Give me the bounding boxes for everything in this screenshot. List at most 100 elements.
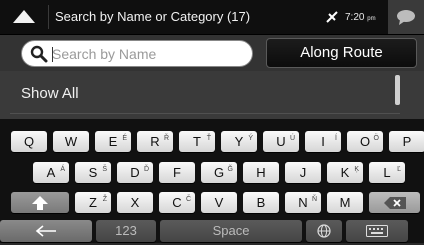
up-arrow-icon — [13, 10, 35, 23]
key-label: Y — [234, 134, 244, 149]
key-label: K — [340, 165, 350, 180]
satellite-icon — [326, 11, 338, 23]
key-y[interactable]: YÝ — [221, 131, 257, 152]
key-label: O — [359, 134, 371, 149]
search-field[interactable] — [21, 40, 253, 67]
key-r[interactable]: RŘ — [137, 131, 173, 152]
key-label: H — [256, 165, 266, 180]
key-x[interactable]: X — [117, 192, 153, 213]
key-h[interactable]: H — [243, 162, 279, 183]
key-accent-label: Č — [185, 196, 191, 203]
text-cursor — [52, 47, 53, 62]
top-bar: Search by Name or Category (17) 7:20 pm — [0, 0, 424, 35]
key-a[interactable]: AÁ — [33, 162, 69, 183]
list-item[interactable]: Show All — [21, 85, 79, 102]
key-label: A — [46, 165, 56, 180]
key-accent-label: Í — [335, 135, 337, 142]
key-z[interactable]: ZŽ — [75, 192, 111, 213]
message-button[interactable] — [388, 0, 424, 34]
on-screen-keyboard: QWEÉRŘTŤYÝUÚIÍOÖP AÁSŠDĎFGĞHJKĶLĽ ZŽXCČV… — [0, 119, 424, 243]
search-input[interactable] — [52, 44, 242, 64]
key-label: M — [339, 195, 351, 210]
along-route-button[interactable]: Along Route — [266, 38, 417, 68]
results-list: Show All — [0, 71, 424, 119]
clock: 7:20 pm — [345, 11, 376, 23]
key-accent-label: É — [122, 135, 127, 142]
key-accent-label: Ö — [373, 135, 379, 142]
key-v[interactable]: V — [201, 192, 237, 213]
space-key[interactable]: Space — [160, 220, 302, 242]
key-label: V — [214, 195, 224, 210]
key-label: C — [172, 195, 182, 210]
key-f[interactable]: F — [159, 162, 195, 183]
key-e[interactable]: EÉ — [95, 131, 131, 152]
shift-arrow-icon — [32, 196, 48, 210]
left-arrow-icon — [35, 225, 56, 237]
key-g[interactable]: GĞ — [201, 162, 237, 183]
status-area: 7:20 pm — [325, 0, 376, 34]
key-label: J — [299, 165, 307, 180]
key-n[interactable]: NŇ — [285, 192, 321, 213]
key-label: I — [321, 134, 325, 149]
key-s[interactable]: SŠ — [75, 162, 111, 183]
shift-key[interactable] — [11, 192, 69, 213]
search-row: Along Route — [0, 35, 424, 71]
key-b[interactable]: B — [243, 192, 279, 213]
key-o[interactable]: OÖ — [347, 131, 383, 152]
backspace-icon — [383, 197, 406, 209]
divider — [10, 113, 400, 114]
speech-bubble-icon — [397, 10, 415, 25]
key-accent-label: Ď — [143, 166, 149, 173]
key-q[interactable]: Q — [11, 131, 47, 152]
page-title: Search by Name or Category (17) — [55, 9, 251, 24]
key-label: L — [383, 165, 391, 180]
backspace-key[interactable] — [369, 192, 420, 213]
key-accent-label: Ž — [102, 196, 107, 203]
key-accent-label: Á — [60, 166, 65, 173]
key-u[interactable]: UÚ — [263, 131, 299, 152]
key-accent-label: Ť — [206, 135, 211, 142]
key-j[interactable]: J — [285, 162, 321, 183]
scrollbar[interactable] — [395, 75, 400, 105]
back-button[interactable] — [0, 0, 48, 34]
left-arrow-key[interactable] — [0, 220, 92, 242]
key-label: F — [173, 165, 181, 180]
key-m[interactable]: M — [327, 192, 363, 213]
key-label: U — [276, 134, 286, 149]
key-label: X — [130, 195, 140, 210]
language-key[interactable] — [306, 220, 342, 242]
key-accent-label: Ľ — [397, 166, 401, 173]
keyboard-layout-key[interactable] — [346, 220, 408, 242]
key-label: S — [88, 165, 98, 180]
key-t[interactable]: TŤ — [179, 131, 215, 152]
key-label: N — [298, 195, 308, 210]
keyboard-icon — [366, 225, 388, 237]
key-label: Z — [89, 195, 97, 210]
key-label: R — [150, 134, 160, 149]
key-label: G — [213, 165, 225, 180]
key-k[interactable]: KĶ — [327, 162, 363, 183]
key-i[interactable]: IÍ — [305, 131, 341, 152]
key-l[interactable]: LĽ — [369, 162, 405, 183]
key-w[interactable]: W — [53, 131, 89, 152]
key-label: Q — [23, 134, 35, 149]
key-label: B — [256, 195, 266, 210]
key-accent-label: Š — [102, 166, 107, 173]
globe-icon — [317, 224, 331, 238]
key-label: P — [402, 134, 412, 149]
key-p[interactable]: P — [389, 131, 424, 152]
key-accent-label: Ú — [289, 135, 295, 142]
key-accent-label: Ķ — [354, 166, 359, 173]
magnifier-icon — [30, 45, 48, 63]
key-label: T — [193, 134, 201, 149]
divider — [48, 5, 49, 29]
key-accent-label: Ř — [163, 135, 169, 142]
key-label: W — [64, 134, 78, 149]
key-d[interactable]: DĎ — [117, 162, 153, 183]
key-label: D — [130, 165, 140, 180]
key-accent-label: Ý — [248, 135, 253, 142]
key-accent-label: Ň — [311, 196, 317, 203]
key-label: E — [108, 134, 118, 149]
key-c[interactable]: CČ — [159, 192, 195, 213]
numbers-key[interactable]: 123 — [96, 220, 156, 242]
